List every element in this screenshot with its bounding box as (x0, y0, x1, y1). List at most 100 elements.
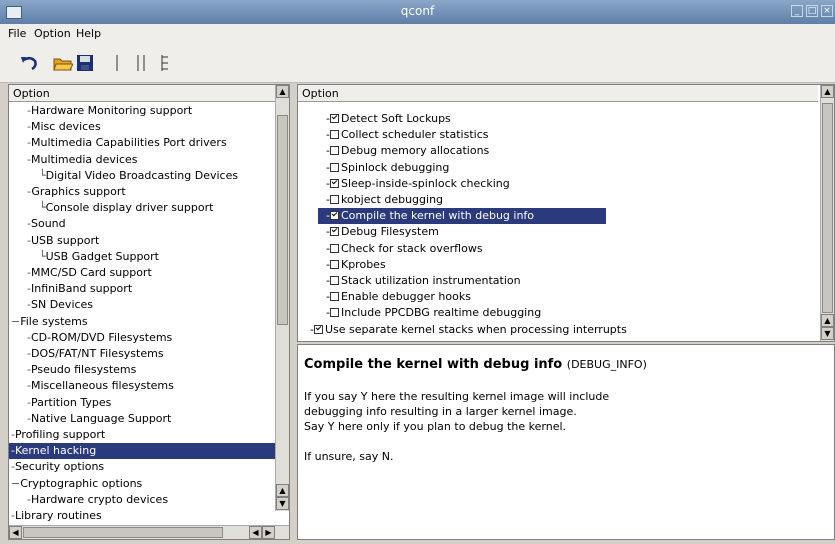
config-tree-pane[interactable]: Option -Hardware Monitoring support -Misc… (8, 84, 290, 540)
tree-horizontal-scrollbar[interactable]: ◀ ◀ ▶ (9, 525, 289, 539)
menu-option[interactable]: Option (34, 27, 71, 40)
split-view-icon[interactable] (130, 52, 152, 74)
tree-item-label: USB support (30, 233, 100, 247)
tree-item[interactable]: -MMC/SD Card support (9, 265, 275, 281)
option-item[interactable]: - Debug Filesystem (318, 224, 606, 240)
tree-scroll-up-button[interactable]: ▲ (276, 85, 289, 98)
option-item[interactable]: - Detect Soft Lockups (318, 111, 606, 127)
option-item[interactable]: - Compile the kernel with debug info (318, 208, 606, 225)
tree-item-label: Console display driver support (45, 201, 214, 215)
tree-item[interactable]: -CD-ROM/DVD Filesystems (9, 330, 275, 346)
tree-scroll-thumb[interactable] (277, 115, 288, 325)
checkbox-unchecked-icon[interactable] (329, 130, 339, 140)
option-column-header-label: Option (302, 87, 339, 100)
checkbox-unchecked-icon[interactable] (329, 276, 339, 285)
tree-item[interactable]: └Console display driver support (9, 200, 275, 216)
help-title: Compile the kernel with debug info (DEBU… (304, 357, 647, 372)
tree-branch-line: − (11, 476, 21, 490)
tree-item[interactable]: -Miscellaneous filesystems (9, 378, 275, 394)
option-item[interactable]: - kobject debugging (318, 192, 606, 208)
checkbox-unchecked-icon[interactable] (329, 308, 339, 318)
tree-item[interactable]: -Security options (9, 459, 275, 475)
single-view-icon[interactable] (106, 52, 128, 74)
tree-item[interactable]: -Multimedia devices (9, 152, 275, 168)
full-view-icon[interactable] (154, 52, 176, 74)
tree-item[interactable]: -Hardware crypto devices (9, 492, 275, 508)
option-scroll-down-button[interactable]: ▼ (821, 327, 834, 340)
tree-item[interactable]: −File systems (9, 314, 275, 330)
option-item[interactable]: - Stack utilization instrumentation (318, 273, 606, 289)
tree-item[interactable]: -DOS/FAT/NT Filesystems (9, 346, 275, 362)
checkbox-unchecked-icon[interactable] (329, 195, 339, 204)
tree-item[interactable]: -Pseudo filesystems (9, 362, 275, 378)
option-item[interactable]: - Collect scheduler statistics (318, 127, 606, 143)
option-item[interactable]: - Sleep-inside-spinlock checking (318, 176, 606, 192)
tree-item-label: Pseudo filesystems (30, 363, 137, 377)
checkbox-checked-icon[interactable] (313, 324, 323, 334)
tree-scroll-down-button[interactable]: ▼ (276, 497, 289, 510)
tree-item[interactable]: -InfiniBand support (9, 281, 275, 297)
tree-item-label: Misc devices (30, 120, 101, 134)
tree-scroll-left-button[interactable]: ◀ (9, 526, 22, 539)
undo-icon[interactable] (18, 52, 40, 74)
tree-item[interactable]: -Profiling support (9, 427, 275, 443)
option-scroll-up-button[interactable]: ▲ (821, 85, 834, 98)
tree-item-label: Partition Types (30, 395, 112, 409)
title-bar: qconf _ □ × (0, 0, 835, 24)
open-folder-icon[interactable] (52, 52, 74, 74)
option-item[interactable]: - Check for stack overflows (318, 241, 606, 257)
option-item[interactable]: - Spinlock debugging (318, 160, 606, 176)
save-disk-icon[interactable] (74, 52, 96, 74)
help-text-pane: Compile the kernel with debug info (DEBU… (297, 344, 835, 540)
option-item[interactable]: - Include PPCDBG realtime debugging (318, 305, 606, 321)
tree-hscroll-thumb[interactable] (23, 527, 223, 538)
tree-item[interactable]: └USB Gadget Support (9, 249, 275, 265)
tree-scroll-up-button-lower[interactable]: ▲ (276, 484, 289, 497)
option-scroll-thumb[interactable] (822, 103, 833, 313)
option-item[interactable]: - Use separate kernel stacks when process… (302, 322, 662, 338)
checkbox-checked-icon[interactable] (329, 227, 339, 237)
option-column-header[interactable]: Option (298, 85, 818, 102)
tree-item[interactable]: -Graphics support (9, 184, 275, 200)
option-item[interactable]: - Enable debugger hooks (318, 289, 606, 305)
checkbox-unchecked-icon[interactable] (329, 259, 339, 269)
tree-column-header[interactable]: Option (9, 85, 277, 102)
tree-item[interactable]: -Misc devices (9, 119, 275, 135)
minimize-icon[interactable]: _ (791, 5, 803, 17)
tree-item[interactable]: -Kernel hacking (9, 443, 275, 460)
tree-item[interactable]: -Library routines (9, 508, 275, 524)
maximize-icon[interactable]: □ (806, 5, 818, 17)
tree-item[interactable]: -Partition Types (9, 395, 275, 411)
tree-item-label: Graphics support (31, 185, 126, 198)
option-item[interactable]: - Kprobes (318, 257, 606, 273)
tree-item[interactable]: -Hardware Monitoring support (9, 103, 275, 119)
option-vertical-scrollbar[interactable]: ▲ ▲ ▼ (820, 85, 834, 341)
checkbox-checked-icon[interactable] (329, 178, 339, 188)
tree-scroll-right-button[interactable]: ▶ (262, 526, 275, 539)
menu-file[interactable]: File (8, 27, 26, 40)
tree-item[interactable]: -Sound (9, 216, 275, 232)
help-line-2: debugging info resulting in a larger ker… (304, 405, 577, 418)
tree-item[interactable]: −Cryptographic options (9, 476, 275, 492)
tree-vertical-scrollbar[interactable]: ▲ ▲ ▼ (275, 85, 289, 511)
menu-bar: File Option Help (0, 24, 835, 44)
menu-help[interactable]: Help (76, 27, 101, 40)
option-list-pane[interactable]: Option - Detect Soft Lockups - Collect sche… (297, 84, 835, 342)
tree-item[interactable]: -Multimedia Capabilities Port drivers (9, 135, 275, 151)
tree-scroll-left-button-2[interactable]: ◀ (249, 526, 262, 539)
checkbox-checked-icon[interactable] (329, 211, 339, 221)
toolbar (0, 44, 835, 83)
checkbox-unchecked-icon[interactable] (329, 243, 339, 253)
option-item[interactable]: - Debug memory allocations (318, 143, 606, 159)
tree-item[interactable]: -USB support (9, 233, 275, 249)
tree-item[interactable]: -Native Language Support (9, 411, 275, 427)
close-icon[interactable]: × (821, 5, 833, 17)
checkbox-checked-icon[interactable] (329, 114, 339, 123)
checkbox-unchecked-icon[interactable] (329, 292, 339, 302)
tree-item-label: File systems (20, 314, 88, 328)
checkbox-unchecked-icon[interactable] (329, 146, 339, 156)
option-scroll-up-button-lower[interactable]: ▲ (821, 314, 834, 327)
checkbox-unchecked-icon[interactable] (329, 162, 339, 172)
tree-item[interactable]: └Digital Video Broadcasting Devices (9, 168, 275, 184)
tree-item[interactable]: -SN Devices (9, 297, 275, 313)
